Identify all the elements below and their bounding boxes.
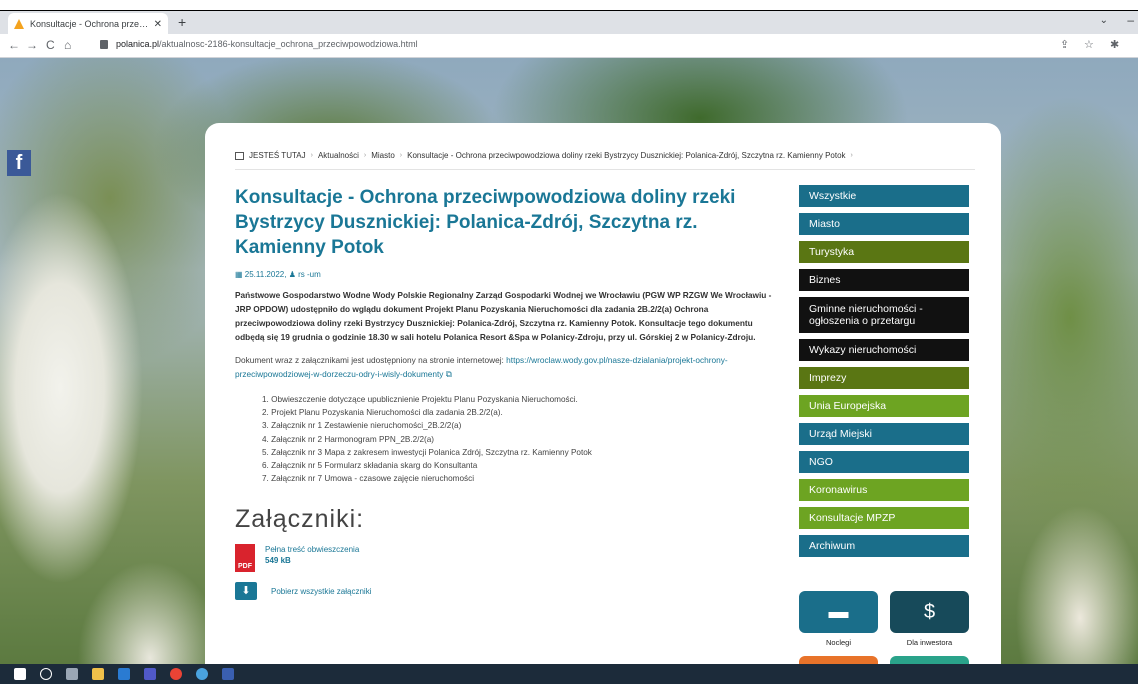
save-app-icon[interactable] (222, 668, 234, 680)
chrome-icon[interactable] (170, 668, 182, 680)
content-card: JESTEŚ TUTAJ › Aktualności › Miasto › Ko… (205, 123, 1001, 664)
new-tab-button[interactable]: + (178, 14, 186, 30)
breadcrumb-divider (235, 169, 975, 170)
attachment-size: 549 kB (265, 556, 291, 566)
download-all[interactable]: ⬇ Pobierz wszystkie załączniki (235, 582, 780, 601)
article-lead: Państwowe Gospodarstwo Wodne Wody Polski… (235, 290, 772, 342)
article-meta: ▦ 25.11.2022, ♟ rs -um (235, 270, 780, 279)
file-explorer-icon[interactable] (92, 668, 104, 680)
bookmark-star-icon[interactable]: ☆ (1084, 38, 1094, 51)
article-author[interactable]: rs -um (298, 270, 321, 279)
sidebar-item-gminne-nieruchomosci[interactable]: Gminne nieruchomości - ogłoszenia o prze… (799, 297, 969, 333)
tab-search-button[interactable]: ⌄ (1100, 15, 1108, 26)
list-item: 5. Załącznik nr 3 Mapa z zakresem inwest… (262, 447, 592, 457)
lock-icon (100, 39, 108, 49)
breadcrumb-separator: › (850, 152, 853, 159)
back-icon[interactable]: ← (8, 38, 20, 52)
window-minimize-button[interactable]: – (1127, 13, 1134, 27)
breadcrumb-you-are-here: JESTEŚ TUTAJ (249, 151, 306, 160)
sitemap-icon (235, 151, 244, 160)
sidebar-item-miasto[interactable]: Miasto (799, 213, 969, 235)
tile-noclegi[interactable]: ▬ Noclegi (799, 591, 878, 647)
teams-icon[interactable] (144, 668, 156, 680)
list-item: 3. Załącznik nr 1 Zestawienie nieruchomo… (262, 421, 462, 431)
url-path: /aktualnosc-2186-konsultacje_ochrona_prz… (159, 39, 418, 49)
breadcrumb: JESTEŚ TUTAJ › Aktualności › Miasto › Ko… (235, 151, 858, 160)
url-host: polanica.pl (116, 39, 160, 49)
sidebar-item-imprezy[interactable]: Imprezy (799, 367, 969, 389)
document-list: 1. Obwieszczenie dotyczące upublicznieni… (235, 393, 780, 485)
favicon-icon (14, 19, 24, 29)
list-item: 1. Obwieszczenie dotyczące upublicznieni… (262, 395, 578, 404)
sidebar-item-urzad-miejski[interactable]: Urząd Miejski (799, 423, 969, 445)
attachments-heading: Załączniki: (235, 505, 365, 534)
forward-icon[interactable]: → (26, 38, 38, 52)
list-item: 7. Załącznik nr 7 Umowa - czasowe zajęci… (262, 474, 475, 484)
app-icon[interactable] (196, 668, 208, 680)
breadcrumb-separator: › (363, 152, 367, 159)
bed-icon: ▬ (799, 591, 878, 633)
windows-start-icon[interactable] (14, 668, 26, 680)
extensions-icon[interactable]: ✱ (1110, 38, 1119, 51)
home-icon[interactable]: ⌂ (64, 38, 71, 52)
breadcrumb-separator: › (399, 152, 403, 159)
sidebar-item-turystyka[interactable]: Turystyka (799, 241, 969, 263)
article-body: Dokument wraz z załącznikami jest udostę… (235, 353, 780, 381)
breadcrumb-item-current[interactable]: Konsultacje - Ochrona przeciwpowodziowa … (407, 151, 845, 160)
tab-bar: Konsultacje - Ochrona przeciwpowodziowa … (0, 10, 1138, 35)
tile-dla-inwestora[interactable]: $ Dla inwestora (890, 591, 969, 647)
tile-dla-inwestora-label: Dla inwestora (906, 638, 953, 647)
breadcrumb-separator: › (310, 152, 313, 159)
url-field[interactable]: polanica.pl/aktualnosc-2186-konsultacje_… (100, 39, 418, 49)
share-icon[interactable]: ⇪ (1060, 38, 1069, 51)
sidebar-item-ngo[interactable]: NGO (799, 451, 969, 473)
user-icon: ♟ (288, 270, 299, 279)
money-icon: $ (890, 591, 969, 633)
article-body-text: Dokument wraz z załącznikami jest udostę… (235, 355, 507, 365)
task-view-icon[interactable] (66, 668, 78, 680)
sidebar-item-koronawirus[interactable]: Koronawirus (799, 479, 969, 501)
download-all-link[interactable]: Pobierz wszystkie załączniki (271, 587, 371, 596)
list-item: 6. Załącznik nr 5 Formularz składania sk… (262, 461, 478, 471)
sidebar-item-archiwum[interactable]: Archiwum (799, 535, 969, 557)
tile-noclegi-label: Noclegi (825, 638, 851, 647)
category-sidebar: Wszystkie Miasto Turystyka Biznes Gminne… (799, 185, 969, 563)
taskbar (0, 664, 1138, 684)
calendar-icon: ▦ (235, 270, 245, 279)
browser-tab[interactable]: Konsultacje - Ochrona przeciwpowodziowa … (8, 13, 168, 35)
outlook-icon[interactable] (118, 668, 130, 680)
sidebar-item-wykazy-nieruchomosci[interactable]: Wykazy nieruchomości (799, 339, 969, 361)
window-top-strip (0, 0, 1138, 10)
download-icon: ⬇ (235, 582, 257, 601)
external-link-icon: ⧉ (443, 369, 452, 379)
tab-close-icon[interactable]: ✕ (154, 19, 162, 30)
list-item: 4. Załącznik nr 2 Harmonogram PPN_2B.2/2… (262, 434, 435, 444)
sidebar-item-konsultacje-mpzp[interactable]: Konsultacje MPZP (799, 507, 969, 529)
article-title: Konsultacje - Ochrona przeciwpowodziowa … (235, 187, 736, 258)
tab-title: Konsultacje - Ochrona przeciwpowodziowa (30, 19, 150, 29)
reload-icon[interactable]: C (46, 38, 55, 52)
attachment-item[interactable]: PDF Pełna treść obwieszczenia 549 kB (235, 544, 780, 573)
pdf-icon: PDF (235, 544, 255, 573)
tile-stub-orange[interactable] (799, 656, 878, 664)
address-bar: ← → C ⌂ polanica.pl/aktualnosc-2186-kons… (0, 34, 1138, 58)
article: Konsultacje - Ochrona przeciwpowodziowa … (235, 185, 780, 601)
sidebar-item-biznes[interactable]: Biznes (799, 269, 969, 291)
breadcrumb-item-miasto[interactable]: Miasto (371, 151, 395, 160)
attachment-name[interactable]: Pełna treść obwieszczenia (265, 544, 359, 556)
quick-tiles: ▬ Noclegi $ Dla inwestora (799, 591, 969, 647)
sidebar-item-unia-europejska[interactable]: Unia Europejska (799, 395, 969, 417)
article-date: 25.11.2022, (244, 270, 287, 279)
breadcrumb-item-aktualnosci[interactable]: Aktualności (318, 151, 359, 160)
list-item: 2. Projekt Planu Pozyskania Nieruchomośc… (262, 408, 503, 418)
facebook-icon[interactable]: f (7, 150, 31, 176)
sidebar-item-wszystkie[interactable]: Wszystkie (799, 185, 969, 207)
search-icon[interactable] (40, 668, 52, 680)
tile-stub-teal[interactable] (890, 656, 969, 664)
